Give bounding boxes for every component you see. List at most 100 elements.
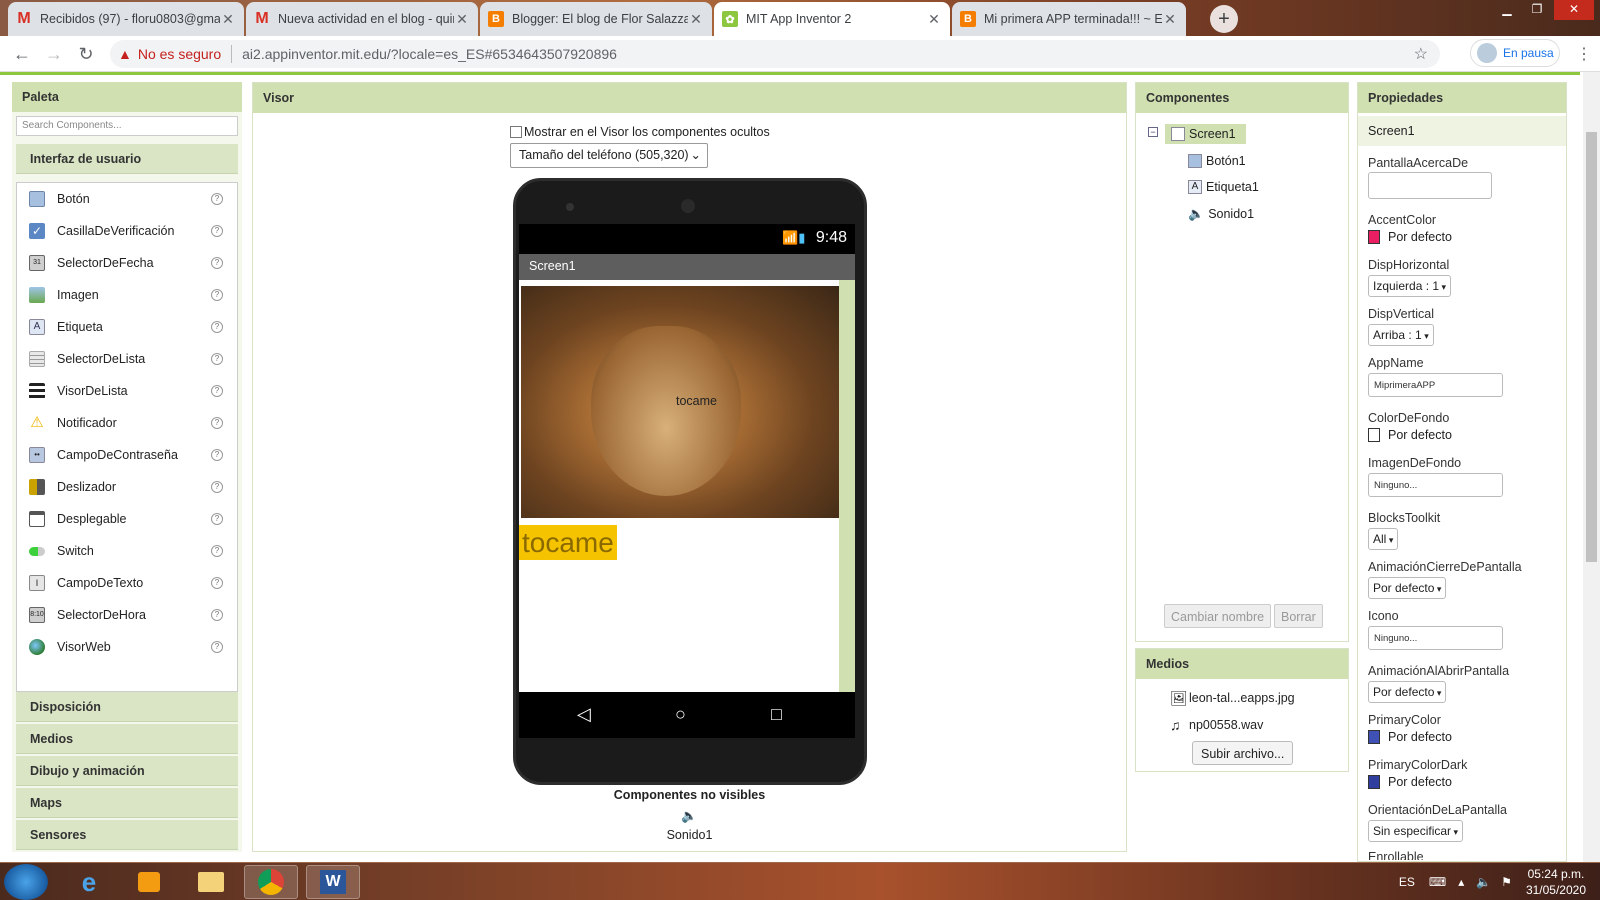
palette-item-image[interactable]: Imagen? — [17, 279, 237, 311]
windows-start-button[interactable] — [4, 864, 48, 900]
help-icon[interactable]: ? — [211, 449, 223, 461]
star-icon[interactable]: ☆ — [1414, 44, 1428, 64]
tab-blogger[interactable]: B Blogger: El blog de Flor Salazzar ✕ — [480, 2, 712, 36]
palette-item-slider[interactable]: Deslizador? — [17, 471, 237, 503]
close-icon[interactable]: ✕ — [220, 11, 236, 28]
close-icon[interactable]: ✕ — [926, 11, 942, 28]
clock[interactable]: 05:24 p.m. 31/05/2020 — [1526, 866, 1586, 898]
prop-openanim-select[interactable]: Por defecto — [1368, 681, 1447, 703]
back-icon[interactable]: ← — [10, 42, 34, 66]
tree-item-screen1[interactable]: Screen1 — [1165, 124, 1246, 144]
reload-icon[interactable]: ↻ — [74, 42, 98, 66]
chevron-up-icon[interactable]: ▴ — [1458, 875, 1464, 889]
help-icon[interactable]: ? — [211, 257, 223, 269]
chrome-icon[interactable] — [244, 865, 298, 899]
rename-button[interactable]: Cambiar nombre — [1164, 604, 1272, 628]
upload-file-button[interactable]: Subir archivo... — [1192, 741, 1294, 765]
palette-item-timepicker[interactable]: 8:10 SelectorDeHora? — [17, 599, 237, 631]
palette-item-notifier[interactable]: ⚠ Notificador? — [17, 407, 237, 439]
close-icon[interactable]: ✕ — [454, 11, 470, 28]
palette-category-drawing[interactable]: Dibujo y animación — [16, 756, 238, 786]
not-secure-label[interactable]: No es seguro — [138, 46, 221, 62]
tab-gmail-inbox[interactable]: M Recibidos (97) - floru0803@gmail ✕ — [8, 2, 244, 36]
palette-item-textbox[interactable]: I CampoDeTexto? — [17, 567, 237, 599]
prop-appname-input[interactable]: MiprimeraAPP — [1368, 373, 1503, 397]
prop-accent-value[interactable]: Por defecto — [1368, 230, 1452, 244]
palette-category-ui[interactable]: Interfaz de usuario — [16, 144, 238, 174]
palette-item-listview[interactable]: VisorDeLista? — [17, 375, 237, 407]
palette-item-spinner[interactable]: Desplegable? — [17, 503, 237, 535]
palette-item-checkbox[interactable]: ✓ CasillaDeVerificación? — [17, 215, 237, 247]
palette-category-media[interactable]: Medios — [16, 724, 238, 754]
checkbox-icon[interactable] — [510, 126, 522, 138]
delete-button[interactable]: Borrar — [1274, 604, 1323, 628]
help-icon[interactable]: ? — [211, 385, 223, 397]
minimize-button[interactable]: ▁ — [1492, 0, 1522, 20]
prop-blocks-select[interactable]: All — [1368, 528, 1399, 550]
page-scrollbar[interactable] — [1583, 72, 1600, 862]
palette-item-datepicker[interactable]: 31 SelectorDeFecha? — [17, 247, 237, 279]
tab-gmail-activity[interactable]: M Nueva actividad en el blog - quin ✕ — [246, 2, 478, 36]
palette-item-webviewer[interactable]: VisorWeb? — [17, 631, 237, 663]
palette-category-maps[interactable]: Maps — [16, 788, 238, 818]
tree-item-button1[interactable]: Botón1 — [1188, 154, 1246, 168]
prop-primarydark-value[interactable]: Por defecto — [1368, 775, 1452, 789]
prop-primary-value[interactable]: Por defecto — [1368, 730, 1452, 744]
help-icon[interactable]: ? — [211, 417, 223, 429]
address-bar[interactable]: ▲ No es seguro ai2.appinventor.mit.edu/?… — [110, 40, 1440, 68]
forward-icon[interactable]: → — [42, 42, 66, 66]
volume-icon[interactable]: 🔈 — [1476, 875, 1491, 889]
close-icon[interactable]: ✕ — [688, 11, 704, 28]
search-input[interactable]: Search Components... — [16, 116, 238, 136]
tab-blog-post[interactable]: B Mi primera APP terminada!!! ~ El ✕ — [952, 2, 1186, 36]
prop-orientation-select[interactable]: Sin especificar — [1368, 820, 1464, 842]
collapse-icon[interactable]: − — [1148, 127, 1158, 137]
flag-icon[interactable]: ⚑ — [1501, 875, 1512, 889]
close-window-button[interactable]: ✕ — [1554, 0, 1594, 20]
help-icon[interactable]: ? — [211, 641, 223, 653]
url-text[interactable]: ai2.appinventor.mit.edu/?locale=es_ES#65… — [242, 46, 617, 62]
media-file-audio[interactable]: ♫ np00558.wav — [1170, 717, 1263, 733]
help-icon[interactable]: ? — [211, 225, 223, 237]
file-explorer-icon[interactable] — [184, 865, 238, 899]
close-icon[interactable]: ✕ — [1162, 11, 1178, 28]
palette-item-button[interactable]: Botón? — [17, 183, 237, 215]
maximize-button[interactable]: ❐ — [1522, 0, 1552, 20]
tab-app-inventor[interactable]: ✿ MIT App Inventor 2 ✕ — [714, 2, 950, 36]
internet-explorer-icon[interactable]: e — [62, 865, 116, 899]
kebab-menu-icon[interactable]: ⋮ — [1576, 44, 1592, 64]
help-icon[interactable]: ? — [211, 321, 223, 333]
keyboard-icon[interactable]: ⌨ — [1429, 875, 1446, 889]
help-icon[interactable]: ? — [211, 545, 223, 557]
label-component[interactable]: tocame — [519, 525, 617, 560]
language-indicator[interactable]: ES — [1399, 875, 1415, 889]
palette-item-label[interactable]: A Etiqueta? — [17, 311, 237, 343]
help-icon[interactable]: ? — [211, 513, 223, 525]
palette-item-switch[interactable]: Switch? — [17, 535, 237, 567]
help-icon[interactable]: ? — [211, 353, 223, 365]
new-tab-button[interactable]: + — [1210, 5, 1238, 33]
prop-icon-input[interactable]: Ninguno... — [1368, 626, 1503, 650]
help-icon[interactable]: ? — [211, 289, 223, 301]
help-icon[interactable]: ? — [211, 577, 223, 589]
tree-item-sound1[interactable]: 🔈 Sonido1 — [1188, 206, 1254, 222]
prop-halign-select[interactable]: Izquierda : 1 — [1368, 275, 1452, 297]
phone-size-select[interactable]: Tamaño del teléfono (505,320) ⌄ — [510, 143, 708, 168]
profile-button[interactable]: En pausa — [1470, 39, 1560, 67]
tree-item-label1[interactable]: A Etiqueta1 — [1188, 180, 1259, 194]
speaker-icon[interactable]: 🔈 — [681, 808, 697, 824]
word-icon[interactable]: W — [306, 865, 360, 899]
prop-valign-select[interactable]: Arriba : 1 — [1368, 324, 1434, 346]
media-player-icon[interactable] — [122, 865, 176, 899]
prop-bgimage-input[interactable]: Ninguno... — [1368, 473, 1503, 497]
scrollbar-thumb[interactable] — [1586, 132, 1597, 562]
palette-category-sensors[interactable]: Sensores — [16, 820, 238, 850]
help-icon[interactable]: ? — [211, 193, 223, 205]
help-icon[interactable]: ? — [211, 481, 223, 493]
prop-closeanim-select[interactable]: Por defecto — [1368, 577, 1447, 599]
media-file-image[interactable]: 🖼 leon-tal...eapps.jpg — [1170, 690, 1295, 706]
palette-item-password[interactable]: •• CampoDeContraseña? — [17, 439, 237, 471]
prop-bgcolor-value[interactable]: Por defecto — [1368, 428, 1452, 442]
palette-category-layout[interactable]: Disposición — [16, 692, 238, 722]
prop-about-textarea[interactable] — [1368, 172, 1492, 199]
